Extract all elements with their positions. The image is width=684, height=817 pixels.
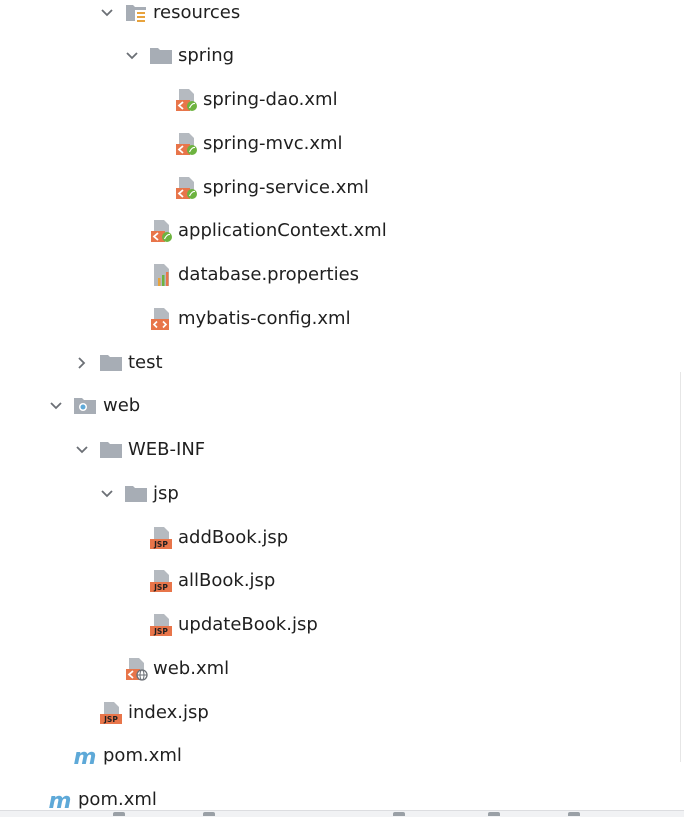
folder-icon	[150, 48, 172, 64]
tree-row-spring-service-xml[interactable]: spring-service.xml	[0, 173, 684, 203]
spring-xml-icon	[151, 220, 172, 242]
chevron-down-icon[interactable]	[74, 442, 90, 458]
spring-xml-icon	[176, 133, 197, 155]
chevron-down-icon[interactable]	[99, 486, 115, 502]
jsp-file-icon: JSP	[150, 527, 172, 549]
scroll-track[interactable]	[680, 372, 681, 762]
chevron-down-icon[interactable]	[99, 5, 115, 21]
tree-item-label: jsp	[153, 483, 179, 504]
chevron-right-icon[interactable]	[74, 355, 90, 371]
svg-text:m: m	[49, 789, 72, 812]
properties-file-icon	[154, 264, 169, 286]
tree-row-test[interactable]: test	[0, 348, 684, 378]
jsp-file-icon: JSP	[100, 702, 122, 724]
tree-item-label: spring-mvc.xml	[203, 133, 343, 154]
svg-text:JSP: JSP	[153, 540, 168, 549]
tree-item-label: addBook.jsp	[178, 527, 289, 548]
tree-item-label: applicationContext.xml	[178, 220, 387, 241]
bottom-toolbar	[0, 810, 684, 817]
chevron-down-icon[interactable]	[124, 48, 140, 64]
toolbar-mark	[393, 812, 405, 816]
tree-row-resources[interactable]: resources	[0, 0, 684, 28]
tree-item-label: WEB-INF	[128, 439, 206, 460]
toolbar-mark	[203, 812, 215, 816]
tree-item-label: spring-service.xml	[203, 177, 369, 198]
tree-item-label: resources	[153, 2, 241, 23]
toolbar-mark	[568, 812, 580, 816]
maven-icon: m	[74, 745, 97, 768]
tree-item-label: updateBook.jsp	[178, 614, 318, 635]
folder-icon	[125, 486, 147, 502]
xml-file-icon	[151, 308, 169, 330]
toolbar-mark	[113, 812, 125, 816]
tree-item-label: index.jsp	[128, 702, 209, 723]
web-xml-icon	[126, 658, 148, 681]
tree-row-spring-dao-xml[interactable]: spring-dao.xml	[0, 85, 684, 115]
tree-row-allbook-jsp[interactable]: JSP allBook.jsp	[0, 566, 684, 596]
folder-icon	[100, 355, 122, 371]
tree-item-label: web	[103, 395, 141, 416]
tree-row-addbook-jsp[interactable]: JSP addBook.jsp	[0, 523, 684, 553]
spring-xml-icon	[176, 177, 197, 199]
tree-row-spring[interactable]: spring	[0, 41, 684, 71]
web-folder-icon	[74, 398, 96, 414]
tree-row-pom-xml-module[interactable]: m pom.xml	[0, 741, 684, 771]
tree-item-label: test	[128, 352, 163, 373]
tree-row-index-jsp[interactable]: JSP index.jsp	[0, 698, 684, 728]
tree-row-spring-mvc-xml[interactable]: spring-mvc.xml	[0, 129, 684, 159]
jsp-file-icon: JSP	[150, 570, 172, 592]
tree-row-web-inf[interactable]: WEB-INF	[0, 435, 684, 465]
tree-item-label: mybatis-config.xml	[178, 308, 351, 329]
tree-row-updatebook-jsp[interactable]: JSP updateBook.jsp	[0, 610, 684, 640]
tree-item-label: pom.xml	[78, 789, 157, 810]
svg-text:JSP: JSP	[103, 715, 118, 724]
tree-item-label: spring-dao.xml	[203, 89, 338, 110]
tree-row-web[interactable]: web	[0, 391, 684, 421]
tree-row-web-xml[interactable]: web.xml	[0, 654, 684, 684]
folder-icon	[100, 442, 122, 458]
spring-xml-icon	[176, 89, 197, 111]
tree-item-label: pom.xml	[103, 745, 182, 766]
tree-item-label: database.properties	[178, 264, 360, 285]
tree-item-label: web.xml	[153, 658, 230, 679]
toolbar-mark	[488, 812, 500, 816]
tree-row-jsp[interactable]: jsp	[0, 479, 684, 509]
chevron-down-icon[interactable]	[48, 398, 64, 414]
tree-row-mybatis-config-xml[interactable]: mybatis-config.xml	[0, 304, 684, 334]
project-tree: resources spring spring-dao.xml spring-m…	[0, 0, 684, 817]
svg-text:m: m	[74, 745, 97, 768]
svg-text:JSP: JSP	[153, 583, 168, 592]
resources-folder-icon	[126, 5, 147, 24]
jsp-file-icon: JSP	[150, 614, 172, 636]
svg-text:JSP: JSP	[153, 627, 168, 636]
tree-item-label: allBook.jsp	[178, 570, 276, 591]
tree-row-applicationcontext-xml[interactable]: applicationContext.xml	[0, 216, 684, 246]
tree-row-database-properties[interactable]: database.properties	[0, 260, 684, 290]
maven-icon: m	[49, 789, 72, 812]
tree-item-label: spring	[178, 45, 235, 66]
